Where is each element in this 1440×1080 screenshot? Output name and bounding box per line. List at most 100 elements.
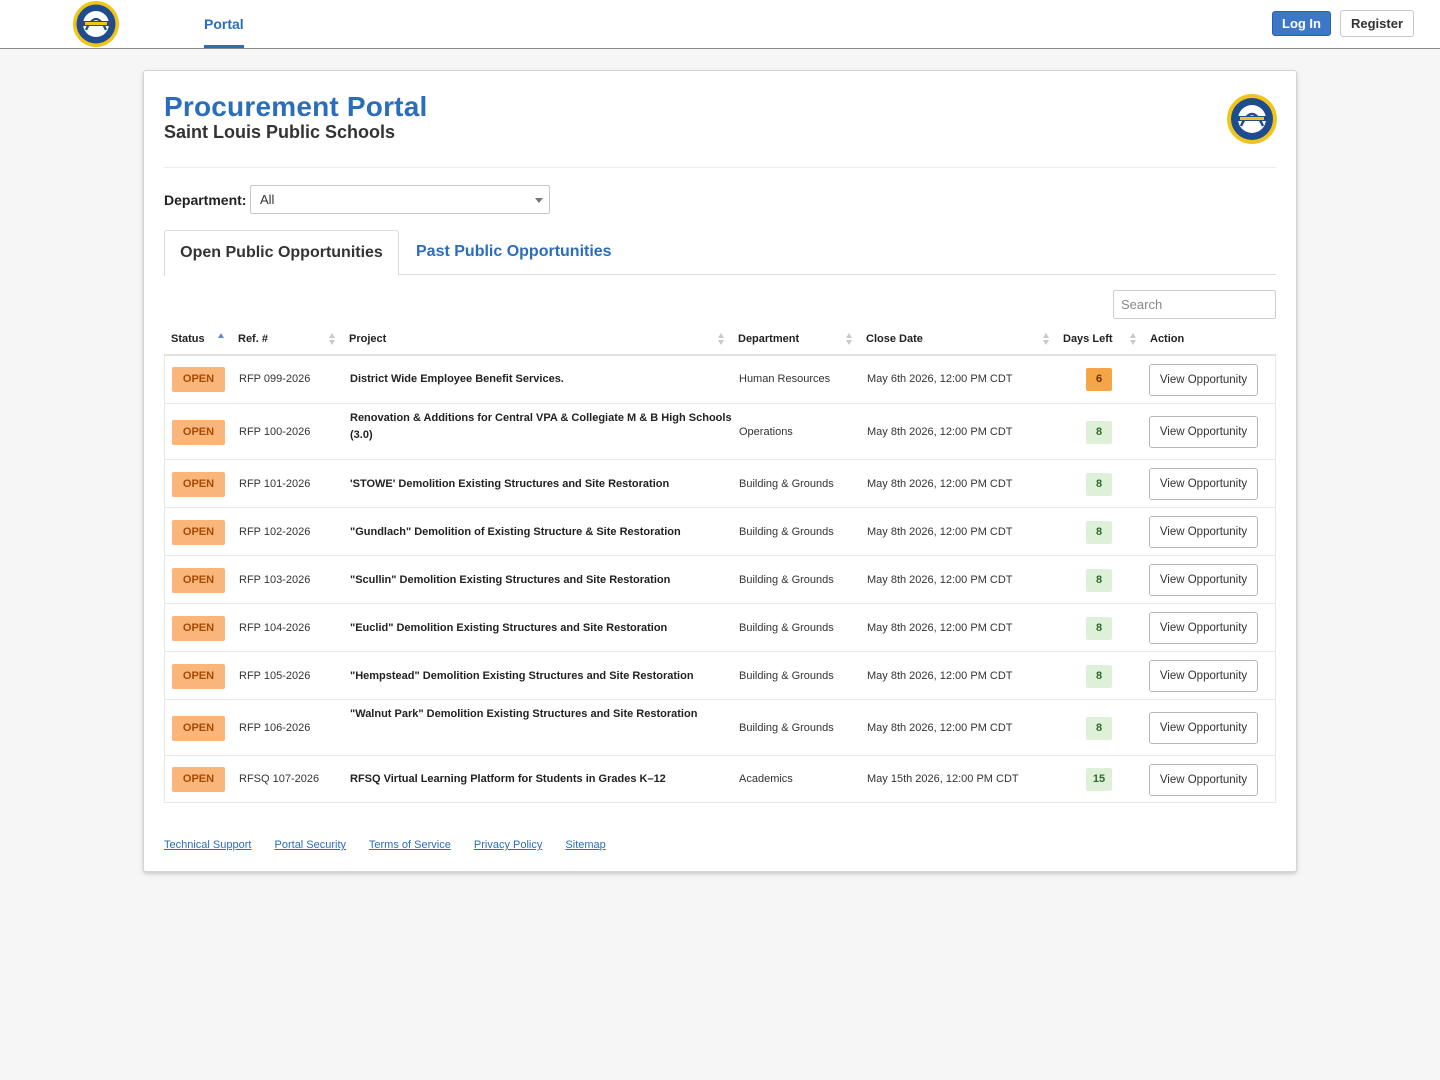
- column-header-department[interactable]: Department: [738, 323, 799, 356]
- days-left-badge: 8: [1086, 568, 1112, 592]
- view-opportunity-button[interactable]: View Opportunity: [1149, 468, 1258, 500]
- footer-link-portal-security[interactable]: Portal Security: [275, 839, 347, 851]
- column-header-status[interactable]: Status: [171, 323, 205, 356]
- sort-icon[interactable]: [1130, 333, 1137, 345]
- view-opportunity-button[interactable]: View Opportunity: [1149, 660, 1258, 692]
- chevron-down-icon: [535, 198, 543, 203]
- table-row: OPEN RFP 100-2026 Renovation & Additions f…: [165, 403, 1275, 459]
- view-opportunity-button[interactable]: View Opportunity: [1149, 612, 1258, 644]
- header-divider: [164, 167, 1276, 168]
- opportunities-table: Status Ref. # Project Department Close D…: [164, 323, 1276, 803]
- tab-open-opportunities[interactable]: Open Public Opportunities: [164, 230, 399, 276]
- ref-number: RFP 103-2026: [239, 573, 311, 586]
- procurement-card: Procurement Portal Saint Louis Public Sc…: [143, 70, 1297, 872]
- close-date: May 8th 2026, 12:00 PM CDT: [867, 621, 1013, 634]
- status-badge: OPEN: [172, 471, 225, 497]
- page-title: Procurement Portal: [164, 91, 428, 122]
- project-title: District Wide Employee Benefit Services.: [350, 373, 564, 385]
- status-badge: OPEN: [172, 715, 225, 741]
- login-button[interactable]: Log In: [1272, 11, 1331, 36]
- days-left-badge: 8: [1086, 664, 1112, 688]
- project-title: "Euclid" Demolition Existing Structures …: [350, 621, 668, 634]
- nav-tab-portal-label: Portal: [204, 16, 244, 32]
- column-header-ref[interactable]: Ref. #: [238, 323, 268, 356]
- tab-past-opportunities[interactable]: Past Public Opportunities: [416, 230, 612, 275]
- days-left-badge: 8: [1086, 716, 1112, 740]
- department-name: Building & Grounds: [739, 721, 834, 734]
- view-opportunity-button[interactable]: View Opportunity: [1149, 712, 1258, 744]
- department-name: Operations: [739, 425, 793, 438]
- status-badge: OPEN: [172, 663, 225, 689]
- days-left-badge: 8: [1086, 520, 1112, 544]
- sort-icon[interactable]: [846, 333, 853, 345]
- column-header-days-left[interactable]: Days Left: [1063, 323, 1113, 356]
- table-row: OPEN RFP 105-2026 "Hempstead" Demolition E…: [165, 651, 1275, 699]
- days-left-badge: 8: [1086, 472, 1112, 496]
- ref-number: RFP 105-2026: [239, 669, 311, 682]
- view-opportunity-button[interactable]: View Opportunity: [1149, 363, 1258, 396]
- department-name: Building & Grounds: [739, 573, 834, 586]
- ref-number: RFP 102-2026: [239, 525, 311, 538]
- sort-ascending-icon[interactable]: [218, 333, 225, 345]
- status-badge: OPEN: [172, 419, 225, 445]
- close-date: May 8th 2026, 12:00 PM CDT: [867, 525, 1013, 538]
- footer-links: Technical Support Portal Security Terms …: [164, 839, 626, 851]
- status-badge: OPEN: [172, 767, 225, 792]
- days-left-badge: 8: [1086, 420, 1112, 444]
- view-opportunity-button[interactable]: View Opportunity: [1149, 516, 1258, 548]
- project-title: "Gundlach" Demolition of Existing Struct…: [350, 525, 681, 538]
- status-badge: OPEN: [172, 519, 225, 545]
- table-row: OPEN RFP 103-2026 "Scullin" Demolition Exi…: [165, 555, 1275, 603]
- department-name: Human Resources: [739, 373, 831, 385]
- close-date: May 8th 2026, 12:00 PM CDT: [867, 669, 1013, 682]
- days-left-badge: 15: [1086, 768, 1112, 791]
- register-button[interactable]: Register: [1340, 10, 1414, 37]
- view-opportunity-button[interactable]: View Opportunity: [1149, 564, 1258, 596]
- table-row: OPEN RFP 106-2026 "Walnut Park" Demolition…: [165, 699, 1275, 755]
- department-name: Building & Grounds: [739, 621, 834, 634]
- project-title: Renovation & Additions for Central VPA &…: [350, 412, 732, 441]
- days-left-badge: 6: [1086, 368, 1112, 391]
- top-navbar: Portal Log In Register: [0, 0, 1440, 49]
- nav-tab-portal[interactable]: Portal: [204, 0, 244, 48]
- status-badge: OPEN: [172, 367, 225, 392]
- close-date: May 15th 2026, 12:00 PM CDT: [867, 773, 1019, 785]
- close-date: May 8th 2026, 12:00 PM CDT: [867, 573, 1013, 586]
- table-row: OPEN RFP 099-2026 District Wide Employee B…: [165, 356, 1275, 403]
- ref-number: RFP 099-2026: [239, 373, 311, 385]
- sort-icon[interactable]: [718, 333, 725, 345]
- slps-seal-logo-large: [1227, 94, 1277, 144]
- department-select[interactable]: All: [250, 185, 550, 214]
- footer-link-privacy-policy[interactable]: Privacy Policy: [474, 839, 542, 851]
- sort-icon[interactable]: [329, 333, 336, 345]
- close-date: May 6th 2026, 12:00 PM CDT: [867, 373, 1013, 385]
- sort-icon[interactable]: [1043, 333, 1050, 345]
- column-header-action: Action: [1150, 333, 1185, 345]
- footer-link-sitemap[interactable]: Sitemap: [565, 839, 605, 851]
- department-name: Building & Grounds: [739, 669, 834, 682]
- department-name: Building & Grounds: [739, 525, 834, 538]
- search-input[interactable]: Search: [1113, 290, 1276, 319]
- department-select-value: All: [260, 192, 275, 207]
- slps-seal-logo[interactable]: [72, 0, 120, 48]
- footer-link-terms-of-service[interactable]: Terms of Service: [369, 839, 451, 851]
- table-header: Status Ref. # Project Department Close D…: [164, 323, 1276, 356]
- column-header-project[interactable]: Project: [349, 323, 386, 356]
- ref-number: RFP 101-2026: [239, 477, 311, 490]
- table-body: OPEN RFP 099-2026 District Wide Employee B…: [164, 356, 1276, 803]
- department-name: Academics: [739, 773, 793, 785]
- active-tab-indicator: [204, 45, 244, 48]
- footer-link-technical-support[interactable]: Technical Support: [164, 839, 251, 851]
- page-subtitle: Saint Louis Public Schools: [164, 122, 396, 142]
- project-title: "Scullin" Demolition Existing Structures…: [350, 573, 671, 586]
- ref-number: RFP 106-2026: [239, 721, 311, 734]
- project-title: "Walnut Park" Demolition Existing Struct…: [350, 708, 698, 720]
- department-label: Department:: [164, 192, 247, 208]
- view-opportunity-button[interactable]: View Opportunity: [1149, 763, 1258, 796]
- project-title: RFSQ Virtual Learning Platform for Stude…: [350, 773, 666, 785]
- close-date: May 8th 2026, 12:00 PM CDT: [867, 721, 1013, 734]
- department-name: Building & Grounds: [739, 477, 834, 490]
- project-title: 'STOWE' Demolition Existing Structures a…: [350, 477, 670, 490]
- column-header-close-date[interactable]: Close Date: [866, 323, 923, 356]
- view-opportunity-button[interactable]: View Opportunity: [1149, 416, 1258, 448]
